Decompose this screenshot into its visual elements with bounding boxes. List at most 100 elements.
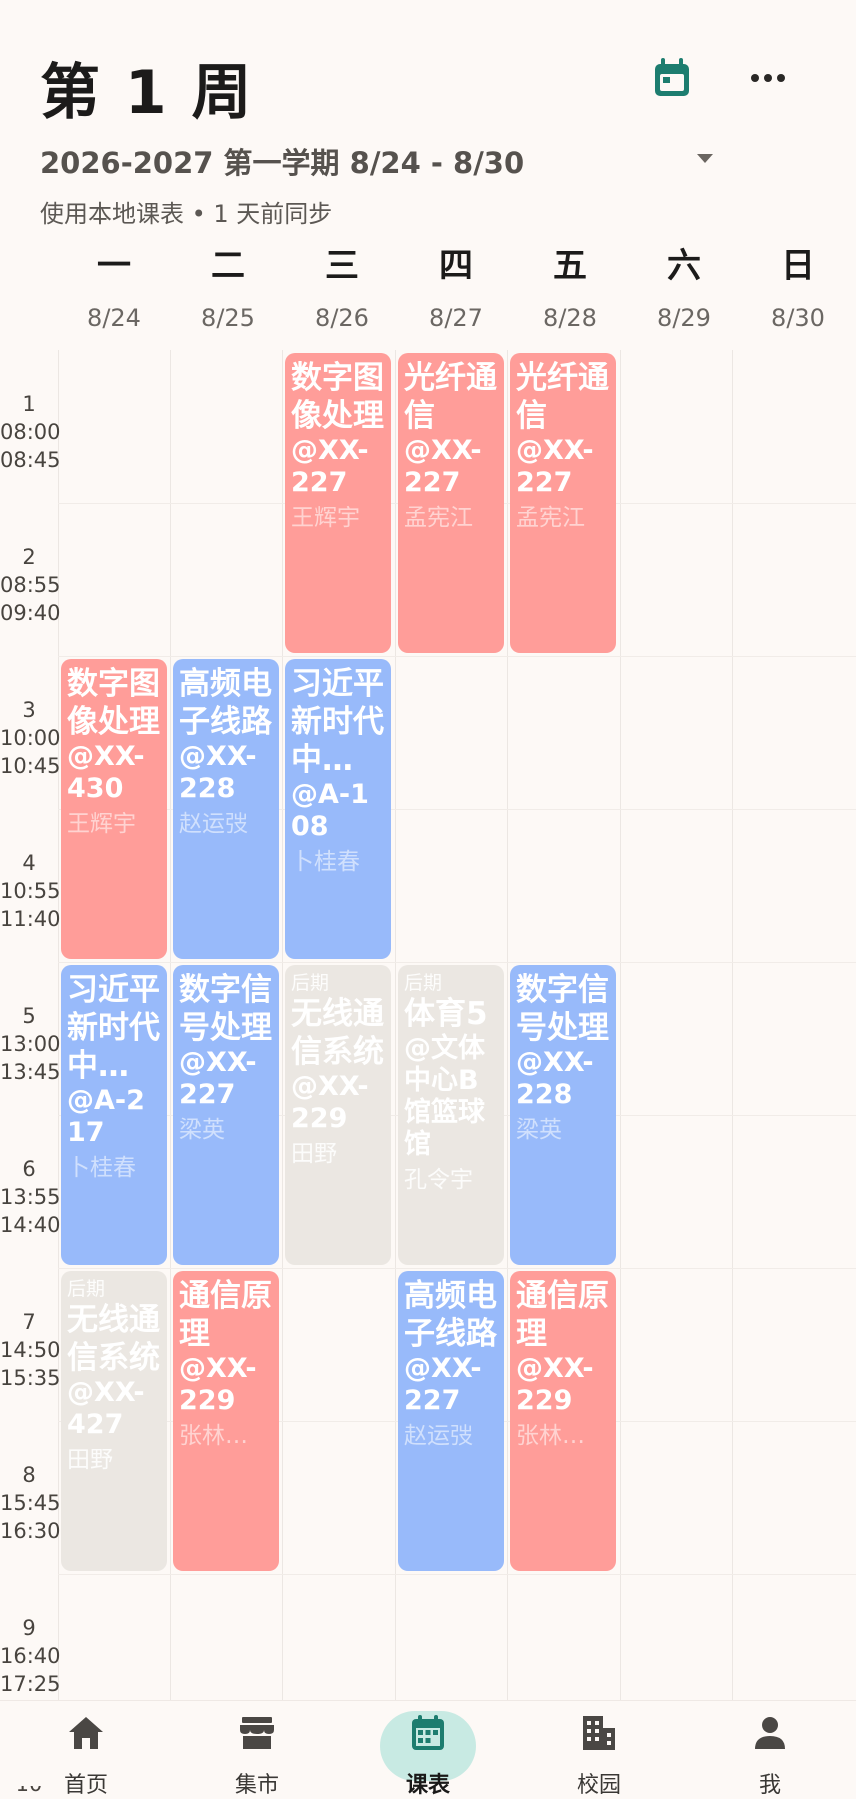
course-card[interactable]: 数字信号处理 @XX-227 梁英 (173, 965, 279, 1265)
period-label: 6 13:55 14:40 (0, 1155, 61, 1239)
header: 第 1 周 2026-2027 第一学期 8/24 - 8/30 使用本地课表 … (0, 0, 856, 240)
period-end: 10:45 (0, 754, 61, 778)
nav-home[interactable]: 首页 (26, 1701, 146, 1798)
course-card[interactable]: 数字信号处理 @XX-228 梁英 (510, 965, 616, 1265)
nav-label: 校园 (576, 1773, 621, 1798)
course-card[interactable]: 高频电子线路 @XX-227 赵运弢 (398, 1271, 504, 1571)
course-name: 通信原理 (516, 1278, 609, 1352)
course-teacher: 赵运弢 (179, 811, 248, 837)
course-name: 光纤通信 (404, 360, 497, 434)
course-card[interactable]: 后期 无线通信系统 @XX-427 田野 (61, 1271, 167, 1571)
grid-line (395, 350, 396, 1710)
calendar-icon (406, 1713, 450, 1753)
nav-market[interactable]: 集市 (197, 1701, 317, 1798)
bottom-nav: 首页 集市 课表 校园 我 (0, 1700, 856, 1798)
grid-line (170, 350, 171, 1710)
grid-line (507, 350, 508, 1710)
period-label: 1 08:00 08:45 (0, 390, 61, 474)
period-start: 13:55 (0, 1185, 61, 1209)
day-header-fri: 五 8/28 (514, 244, 626, 332)
period-number: 8 (22, 1463, 36, 1487)
period-end: 16:30 (0, 1519, 61, 1543)
course-tag: 后期 (67, 1278, 106, 1300)
course-room: @XX-229 (291, 1071, 369, 1134)
course-room: @XX-227 (516, 435, 594, 498)
course-name: 数字信号处理 (516, 972, 609, 1046)
course-name: 通信原理 (179, 1278, 272, 1352)
course-teacher: 孟宪江 (516, 505, 585, 531)
day-date: 8/29 (657, 304, 711, 332)
calendar-button[interactable] (644, 50, 700, 106)
period-label: 8 15:45 16:30 (0, 1461, 61, 1545)
nav-schedule[interactable]: 课表 (368, 1701, 488, 1798)
course-room: @XX-229 (516, 1353, 594, 1416)
course-card[interactable]: 数字图像处理 @XX-430 王辉宇 (61, 659, 167, 959)
timetable-grid: 1 08:00 08:45 2 08:55 09:40 3 10:00 10:4… (0, 350, 856, 1796)
nav-label: 我 (758, 1773, 781, 1798)
period-start: 08:55 (0, 573, 61, 597)
nav-label: 课表 (405, 1773, 450, 1798)
day-name: 日 (781, 246, 815, 286)
period-label: 3 10:00 10:45 (0, 696, 61, 780)
course-teacher: 梁英 (179, 1117, 225, 1143)
period-end: 14:40 (0, 1213, 61, 1237)
course-teacher: 孔令宇 (404, 1167, 473, 1193)
period-start: 08:00 (0, 420, 61, 444)
course-card[interactable]: 数字图像处理 @XX-227 王辉宇 (285, 353, 391, 653)
course-name: 数字图像处理 (291, 360, 384, 434)
nav-label: 首页 (63, 1773, 108, 1798)
period-end: 09:40 (0, 601, 61, 625)
course-card[interactable]: 后期 体育5 @文体中心B馆篮球馆 孔令宇 (398, 965, 504, 1265)
day-date: 8/27 (429, 304, 483, 332)
period-number: 3 (22, 698, 36, 722)
period-end: 13:45 (0, 1060, 61, 1084)
more-icon (751, 74, 785, 82)
course-card[interactable]: 后期 无线通信系统 @XX-229 田野 (285, 965, 391, 1265)
course-name: 高频电子线路 (404, 1278, 497, 1352)
course-room: @XX-227 (179, 1047, 257, 1110)
course-card[interactable]: 习近平新时代中… @A-217 卜桂春 (61, 965, 167, 1265)
course-name: 高频电子线路 (179, 666, 272, 740)
course-card[interactable]: 光纤通信 @XX-227 孟宪江 (398, 353, 504, 653)
period-start: 14:50 (0, 1338, 61, 1362)
course-card[interactable]: 高频电子线路 @XX-228 赵运弢 (173, 659, 279, 959)
grid-line (58, 962, 856, 963)
day-header-thu: 四 8/27 (400, 244, 512, 332)
day-name: 一 (97, 246, 131, 286)
period-number: 6 (22, 1157, 36, 1181)
course-card[interactable]: 光纤通信 @XX-227 孟宪江 (510, 353, 616, 653)
course-card[interactable]: 通信原理 @XX-229 张林… (510, 1271, 616, 1571)
course-card[interactable]: 通信原理 @XX-229 张林… (173, 1271, 279, 1571)
course-teacher: 孟宪江 (404, 505, 473, 531)
course-room: @XX-227 (404, 435, 482, 498)
period-start: 10:00 (0, 726, 61, 750)
course-teacher: 卜桂春 (291, 849, 360, 875)
grid-line (282, 350, 283, 1710)
course-room: @A-217 (67, 1085, 145, 1148)
nav-campus[interactable]: 校园 (539, 1701, 659, 1798)
course-room: @XX-228 (516, 1047, 594, 1110)
course-teacher: 田野 (291, 1141, 337, 1167)
course-card[interactable]: 习近平新时代中… @A-108 卜桂春 (285, 659, 391, 959)
period-number: 1 (22, 392, 36, 416)
grid-line (58, 656, 856, 657)
more-button[interactable] (740, 50, 796, 106)
nav-me[interactable]: 我 (710, 1701, 830, 1798)
day-header-tue: 二 8/25 (172, 244, 284, 332)
dropdown-arrow-icon[interactable] (690, 150, 720, 170)
period-end: 17:25 (0, 1672, 61, 1696)
period-end: 15:35 (0, 1366, 61, 1390)
course-room: @XX-229 (179, 1353, 257, 1416)
course-name: 数字图像处理 (67, 666, 160, 740)
day-date: 8/24 (87, 304, 141, 332)
semester-selector[interactable]: 2026-2027 第一学期 8/24 - 8/30 (40, 140, 524, 182)
day-header-sun: 日 8/30 (742, 244, 854, 332)
course-name: 无线通信系统 (291, 996, 384, 1070)
course-teacher: 张林… (516, 1423, 585, 1449)
grid-line (620, 350, 621, 1710)
person-icon (748, 1713, 792, 1753)
period-label: 4 10:55 11:40 (0, 849, 61, 933)
store-icon (235, 1713, 279, 1753)
course-teacher: 张林… (179, 1423, 248, 1449)
course-teacher: 田野 (67, 1447, 113, 1473)
